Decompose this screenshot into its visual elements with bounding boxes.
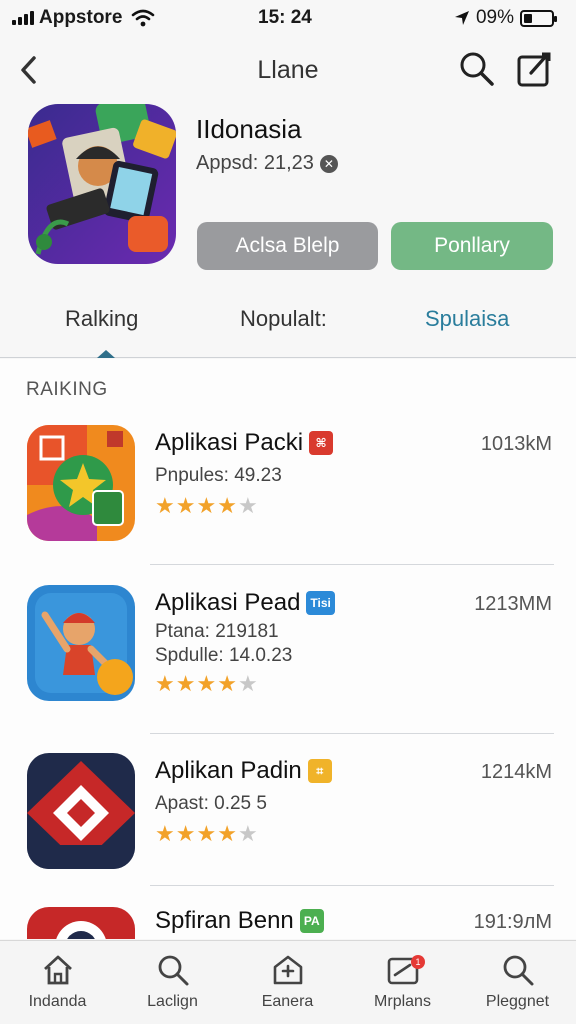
- star-icon: ★: [217, 821, 237, 846]
- star-icon: ★: [196, 493, 217, 518]
- app-size: 191:9лM: [473, 911, 552, 933]
- search-icon[interactable]: [458, 50, 496, 88]
- app-subtitle: Pnpules: 49.23: [155, 465, 282, 486]
- divider: [150, 564, 554, 565]
- app-icon: [27, 907, 135, 939]
- signal-icon: [12, 11, 34, 25]
- compose-icon[interactable]: [514, 50, 554, 90]
- app-name: Spfiran Benn PA: [155, 907, 324, 935]
- status-left: Appstore: [12, 7, 155, 29]
- battery-percent: 09%: [475, 7, 514, 28]
- tab-bar-label: Laclign: [147, 993, 198, 1010]
- app-subtitle-secondary: Spdulle: 14.0.23: [155, 645, 293, 666]
- star-icon: ★: [237, 821, 258, 846]
- app-size: 1213MM: [474, 593, 552, 615]
- tab-ranking[interactable]: Ralking: [65, 306, 138, 332]
- wifi-icon: [132, 9, 155, 27]
- star-icon: ★: [175, 493, 196, 518]
- app-icon: [27, 585, 135, 701]
- star-icon: ★: [155, 493, 175, 518]
- home-icon: [43, 955, 72, 985]
- star-icon: ★: [237, 493, 258, 518]
- app-badge: ⌗: [307, 759, 332, 783]
- app-subtitle: Apast: 0.25 5: [155, 793, 267, 814]
- section-label: RAIKING: [26, 379, 108, 400]
- app-name-text: Aplikan Padin: [155, 757, 302, 784]
- app-size: 1214kM: [480, 761, 552, 783]
- close-circle-icon[interactable]: ✕: [319, 154, 338, 173]
- app-icon: [27, 425, 135, 541]
- ranking-list: RAIKING Aplikasi Packi ⌘ Pnpules: 49.23 …: [0, 359, 576, 939]
- star-icon: ★: [155, 821, 175, 846]
- star-rating: ★ ★ ★ ★ ★: [155, 673, 258, 695]
- clock: 15: 24: [258, 7, 312, 28]
- divider: [150, 733, 554, 734]
- status-bar: Appstore 15: 24 09%: [0, 0, 576, 36]
- app-meta-text: Appsd: 21,23: [196, 152, 314, 174]
- app-icon: [28, 104, 176, 264]
- app-size: 1013kM: [480, 433, 552, 455]
- tab-bar-item-search[interactable]: Laclign: [115, 949, 230, 1023]
- app-badge: PA: [299, 909, 324, 933]
- category-tabs: Ralking Nopulalt: Spulaisa: [0, 290, 576, 358]
- star-icon: ★: [217, 671, 237, 696]
- app-name: Aplikasi Pead Tisi: [155, 589, 335, 617]
- app-name: IIdonasia: [196, 114, 302, 144]
- notification-badge: 1: [411, 955, 425, 969]
- tab-bar-label: Mrplans: [374, 993, 431, 1010]
- star-icon: ★: [175, 821, 196, 846]
- secondary-action-button[interactable]: Aclsa Blelp: [197, 222, 378, 270]
- app-name-text: Aplikasi Packi: [155, 429, 304, 456]
- tab-bar-label: Indanda: [28, 993, 87, 1010]
- app-badge: ⌘: [309, 431, 334, 455]
- tab-bar-item-home[interactable]: Indanda: [0, 949, 115, 1023]
- search-icon: [158, 955, 188, 986]
- tab-bar-item-updates[interactable]: 1 Mrplans: [345, 949, 460, 1023]
- tab-bar-item-arcade[interactable]: Eanera: [230, 949, 345, 1023]
- app-name: Aplikan Padin ⌗: [155, 757, 332, 785]
- active-tab-indicator: [97, 350, 115, 358]
- house-plus-icon: [273, 955, 302, 985]
- search-icon: [503, 955, 533, 986]
- app-badge: Tisi: [306, 591, 335, 615]
- app-icon: [27, 753, 135, 869]
- list-item[interactable]: Aplikasi Packi ⌘ Pnpules: 49.23 1013kM ★…: [0, 425, 576, 565]
- star-icon: ★: [155, 671, 175, 696]
- tab-bar-label: Eanera: [261, 993, 314, 1010]
- star-rating: ★ ★ ★ ★ ★: [155, 823, 258, 845]
- star-icon: ★: [217, 493, 237, 518]
- tab-bar-label: Pleggnet: [485, 993, 550, 1010]
- list-item[interactable]: Aplikan Padin ⌗ Apast: 0.25 5 1214kM ★ ★ ★…: [0, 753, 576, 893]
- nav-bar: Llane: [0, 40, 576, 100]
- tab-popular[interactable]: Nopulalt:: [240, 306, 327, 332]
- app-subtitle: Ptana: 219181: [155, 621, 279, 642]
- list-item[interactable]: Aplikasi Pead Tisi Ptana: 219181 Spdulle…: [0, 585, 576, 735]
- tab-special[interactable]: Spulaisa: [425, 306, 509, 332]
- divider: [150, 885, 554, 886]
- location-icon: [454, 11, 469, 25]
- star-icon: ★: [237, 671, 258, 696]
- carrier-label: Appstore: [39, 7, 123, 28]
- app-meta: Appsd: 21,23 ✕: [196, 152, 338, 175]
- star-icon: ★: [175, 671, 196, 696]
- star-icon: ★: [196, 821, 217, 846]
- star-rating: ★ ★ ★ ★ ★: [155, 495, 258, 517]
- tab-bar-item-search-2[interactable]: Pleggnet: [460, 949, 575, 1023]
- app-name-text: Spfiran Benn: [155, 907, 294, 934]
- list-item[interactable]: Spfiran Benn PA 191:9лM: [0, 907, 576, 939]
- app-name: Aplikasi Packi ⌘: [155, 429, 334, 457]
- primary-action-button[interactable]: Ponllary: [391, 222, 553, 270]
- status-right: 09%: [454, 7, 557, 29]
- app-name-text: Aplikasi Pead: [155, 589, 301, 616]
- bottom-tab-bar: Indanda Laclign Eanera 1 Mrplans Pleggne…: [0, 940, 576, 1024]
- battery-icon: [520, 9, 557, 27]
- star-icon: ★: [196, 671, 217, 696]
